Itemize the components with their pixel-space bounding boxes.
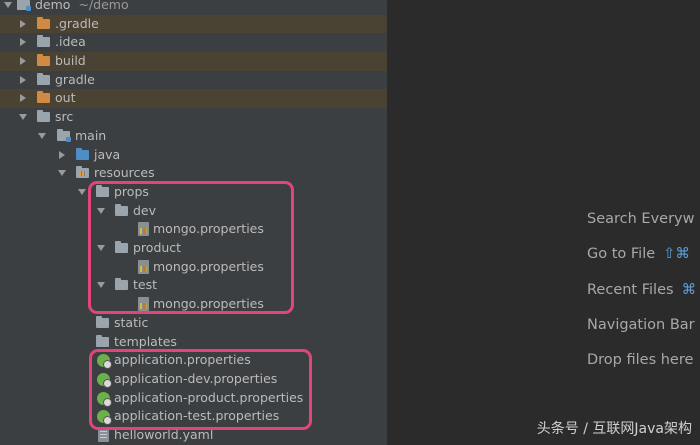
chevron-right-icon[interactable] (20, 38, 26, 47)
chevron-right-icon[interactable] (20, 94, 26, 103)
tree-item-label: resources (94, 165, 155, 181)
folder-icon (37, 110, 50, 123)
chevron-down-icon[interactable] (4, 2, 12, 8)
hint-go-to-file: Go to File ⇧⌘ (587, 246, 690, 262)
chevron-right-icon[interactable] (20, 19, 26, 28)
project-tree-panel: demo ~/demo .gradle .idea build gradle ou… (0, 0, 387, 445)
tree-item-label: .idea (55, 34, 86, 50)
tree-item-src[interactable]: src (0, 108, 387, 127)
excluded-folder-icon (37, 91, 50, 104)
module-folder-icon (57, 128, 71, 142)
tree-item-label: src (55, 109, 74, 125)
chevron-right-icon[interactable] (20, 75, 26, 84)
folder-icon (96, 334, 109, 347)
tree-root-row[interactable]: demo ~/demo (0, 0, 387, 15)
hint-search-everywhere: Search Everyw (587, 211, 695, 227)
shortcut-label: ⌘ (681, 282, 697, 298)
watermark-text: 头条号 / 互联网Java架构 (536, 421, 692, 437)
tree-item-label: templates (114, 333, 177, 349)
source-folder-icon (76, 147, 89, 160)
shortcut-label: ⇧⌘ (663, 246, 690, 262)
tree-item-gradle-dir[interactable]: .gradle (0, 14, 387, 34)
excluded-folder-icon (37, 54, 50, 66)
hint-recent-files: Recent Files ⌘ (587, 282, 697, 298)
tree-item-label: main (75, 127, 107, 143)
tree-item-idea[interactable]: .idea (0, 33, 387, 52)
module-folder-icon (17, 0, 31, 11)
chevron-down-icon[interactable] (19, 114, 27, 121)
tree-item-label: java (94, 146, 121, 162)
root-folder-label: demo (35, 0, 71, 12)
hint-drop-files: Drop files here (587, 352, 694, 368)
root-path-label: ~/demo (78, 0, 129, 12)
folder-icon (96, 315, 109, 328)
chevron-right-icon[interactable] (59, 150, 65, 159)
resources-folder-icon (76, 166, 89, 179)
folder-icon (37, 72, 50, 85)
tree-item-label: out (55, 90, 76, 106)
tree-item-label: static (114, 314, 149, 330)
tree-item-build[interactable]: build (0, 52, 387, 71)
chevron-down-icon[interactable] (38, 132, 46, 139)
tree-item-gradle[interactable]: gradle (0, 71, 387, 90)
folder-icon (37, 35, 50, 48)
hint-navigation-bar: Navigation Bar (587, 317, 695, 333)
tree-item-label: .gradle (55, 15, 99, 31)
tree-item-main[interactable]: main (0, 127, 387, 146)
tree-item-label: build (55, 53, 86, 68)
chevron-right-icon[interactable] (20, 57, 26, 65)
props-highlight-box (88, 181, 294, 314)
application-properties-highlight-box (89, 349, 312, 430)
tree-item-label: gradle (55, 71, 95, 87)
editor-empty-area: Search Everyw Go to File ⇧⌘ Recent Files ⌘… (387, 0, 700, 445)
tree-item-out[interactable]: out (0, 89, 387, 109)
excluded-folder-icon (37, 16, 50, 29)
chevron-down-icon[interactable] (58, 170, 66, 177)
tree-item-java[interactable]: java (0, 146, 387, 165)
yaml-file-icon (98, 428, 109, 442)
chevron-down-icon[interactable] (78, 188, 86, 195)
tree-item-static[interactable]: static (0, 314, 387, 333)
